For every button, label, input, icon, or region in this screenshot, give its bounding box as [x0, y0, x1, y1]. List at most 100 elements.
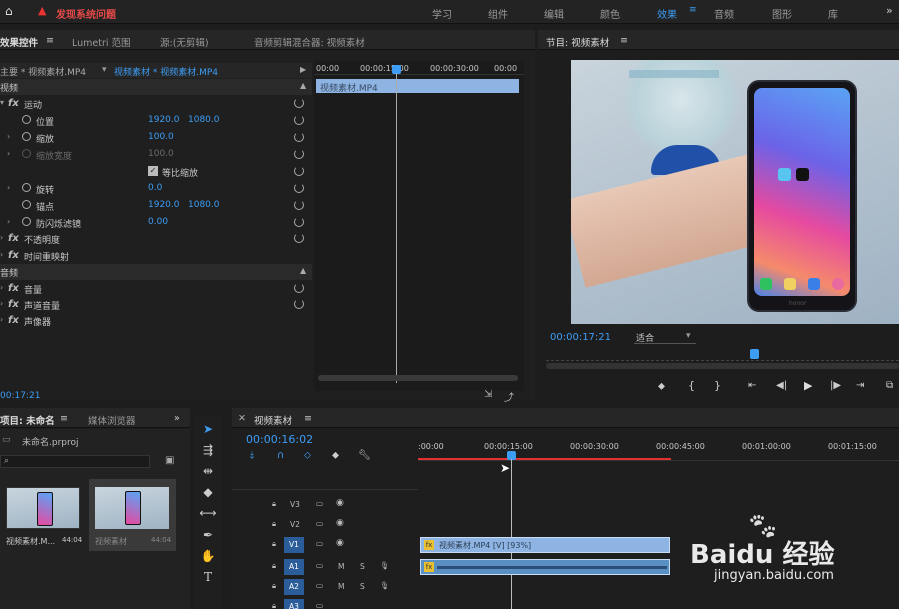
anchor-x-value[interactable]: 1920.0: [148, 200, 180, 210]
project-item-thumb[interactable]: [6, 487, 80, 529]
expand-icon[interactable]: ›: [7, 183, 10, 192]
reset-icon[interactable]: [294, 233, 304, 243]
mute-button[interactable]: M: [338, 582, 344, 591]
master-clip-label[interactable]: 主要 * 视频素材.MP4: [0, 65, 86, 78]
track-select-tool-icon[interactable]: ⇶: [198, 440, 218, 460]
expand-icon[interactable]: ›: [7, 217, 10, 226]
lock-icon[interactable]: 🔒︎: [272, 601, 276, 609]
tab-lumetri-scopes[interactable]: Lumetri 范围: [72, 35, 131, 49]
fx-icon[interactable]: fx: [8, 283, 19, 294]
tab-source[interactable]: 源:(无剪辑): [160, 35, 209, 49]
reset-icon[interactable]: [294, 149, 304, 159]
workspace-learn[interactable]: 学习: [432, 6, 452, 21]
expand-icon[interactable]: ›: [0, 250, 3, 259]
lock-icon[interactable]: 🔒︎: [272, 499, 276, 509]
tab-audio-clip-mixer[interactable]: 音频剪辑混合器: 视频素材: [254, 35, 365, 49]
eye-icon[interactable]: ◉: [336, 538, 344, 548]
reset-icon[interactable]: [294, 166, 304, 176]
snap-icon[interactable]: ⤈: [250, 450, 254, 461]
effects-ruler[interactable]: 00:00 00:00:15:00 00:00:30:00 00:00: [314, 61, 524, 75]
program-scrollbar[interactable]: [546, 363, 899, 369]
panner-row[interactable]: › fx 声像器: [0, 313, 312, 329]
program-timecode[interactable]: 00:00:17:21: [550, 332, 611, 343]
dropdown-icon[interactable]: ▾: [102, 65, 107, 75]
sync-icon[interactable]: ▭: [316, 519, 323, 528]
warning-icon[interactable]: ▲: [38, 4, 46, 17]
position-x-value[interactable]: 1920.0: [148, 115, 180, 125]
position-y-value[interactable]: 1080.0: [188, 115, 220, 125]
horizontal-scrollbar[interactable]: [318, 375, 518, 381]
timeline-timecode[interactable]: 00:00:16:02: [246, 433, 313, 446]
reset-icon[interactable]: [294, 217, 304, 227]
share-icon[interactable]: ⤴: [504, 389, 514, 404]
hand-tool-icon[interactable]: ✋: [198, 546, 218, 566]
sync-icon[interactable]: ▭: [316, 539, 323, 548]
program-ruler[interactable]: [546, 351, 899, 361]
channel-volume-row[interactable]: › fx 声道音量: [0, 297, 312, 313]
go-to-out-icon[interactable]: ⇥: [856, 380, 864, 391]
sync-icon[interactable]: ▭: [316, 561, 323, 570]
fx-icon[interactable]: fx: [8, 299, 19, 310]
panel-menu-icon[interactable]: ≡: [304, 413, 312, 424]
eye-icon[interactable]: ◉: [336, 498, 344, 508]
sequence-clip-label[interactable]: 视频素材 * 视频素材.MP4: [114, 65, 218, 78]
add-marker-icon[interactable]: ⬥: [658, 381, 665, 392]
lock-icon[interactable]: 🔒︎: [272, 561, 276, 571]
export-frame-icon[interactable]: ⇲: [484, 389, 492, 400]
effects-timecode[interactable]: 00:17:21: [0, 391, 40, 401]
type-tool-icon[interactable]: T: [198, 567, 218, 587]
track-label[interactable]: V3: [290, 500, 300, 509]
volume-row[interactable]: › fx 音量: [0, 281, 312, 297]
microphone-icon[interactable]: 🎙︎: [380, 561, 390, 570]
effects-clip-bar[interactable]: 视频素材.MP4: [316, 79, 519, 94]
workspace-color[interactable]: 颜色: [600, 6, 620, 21]
expand-icon[interactable]: ›: [0, 233, 3, 242]
marker-icon[interactable]: ⬥: [332, 450, 339, 461]
go-to-in-icon[interactable]: ⇤: [748, 380, 756, 391]
mute-button[interactable]: M: [338, 562, 344, 571]
expand-icon[interactable]: ›: [7, 132, 10, 141]
new-bin-icon[interactable]: ▣: [165, 455, 174, 466]
expand-icon[interactable]: ▾: [0, 98, 4, 107]
reset-icon[interactable]: [294, 115, 304, 125]
lock-icon[interactable]: 🔒︎: [272, 581, 276, 591]
razor-tool-icon[interactable]: ◆: [198, 482, 218, 502]
solo-button[interactable]: S: [360, 582, 365, 591]
mark-out-icon[interactable]: }: [714, 379, 721, 392]
audio-clip[interactable]: fx: [420, 559, 670, 575]
work-area-bar[interactable]: [418, 458, 671, 460]
stopwatch-icon[interactable]: [22, 132, 31, 141]
track-label[interactable]: A1: [289, 562, 299, 571]
step-back-icon[interactable]: ◀|: [776, 380, 787, 391]
close-tab-icon[interactable]: ✕: [238, 413, 246, 424]
sync-icon[interactable]: ▭: [316, 581, 323, 590]
insert-icon[interactable]: ⧉: [886, 380, 893, 391]
uniform-scale-checkbox[interactable]: ✓: [148, 166, 158, 176]
motion-row[interactable]: ▾ fx 运动: [0, 96, 312, 112]
eye-icon[interactable]: ◉: [336, 518, 344, 528]
reset-icon[interactable]: [294, 132, 304, 142]
workspace-effects[interactable]: 效果: [657, 6, 677, 21]
panel-menu-icon[interactable]: ≡: [620, 35, 628, 46]
workspace-graphics[interactable]: 图形: [772, 6, 792, 21]
fit-dropdown[interactable]: 适合 ▾: [634, 330, 696, 344]
solo-button[interactable]: S: [360, 562, 365, 571]
workspace-audio[interactable]: 音频: [714, 6, 734, 21]
rotation-value[interactable]: 0.0: [148, 183, 162, 193]
collapse-icon[interactable]: ▲: [300, 81, 306, 90]
program-playhead[interactable]: [750, 349, 759, 359]
reset-icon[interactable]: [294, 283, 304, 293]
workspace-assembly[interactable]: 组件: [488, 6, 508, 21]
stopwatch-icon[interactable]: [22, 200, 31, 209]
reset-icon[interactable]: [294, 299, 304, 309]
collapse-icon[interactable]: ▲: [300, 266, 306, 275]
fx-icon[interactable]: fx: [8, 233, 19, 244]
reset-icon[interactable]: [294, 98, 304, 108]
tab-media-browser[interactable]: 媒体浏览器: [88, 413, 136, 427]
tab-project[interactable]: 项目: 未命名: [0, 413, 55, 427]
track-label[interactable]: A2: [289, 582, 299, 591]
panel-menu-icon[interactable]: ≡: [46, 35, 54, 46]
play-icon[interactable]: ▶: [300, 65, 306, 74]
play-button-icon[interactable]: ▶: [804, 379, 812, 392]
more-tabs-icon[interactable]: »: [174, 413, 180, 424]
